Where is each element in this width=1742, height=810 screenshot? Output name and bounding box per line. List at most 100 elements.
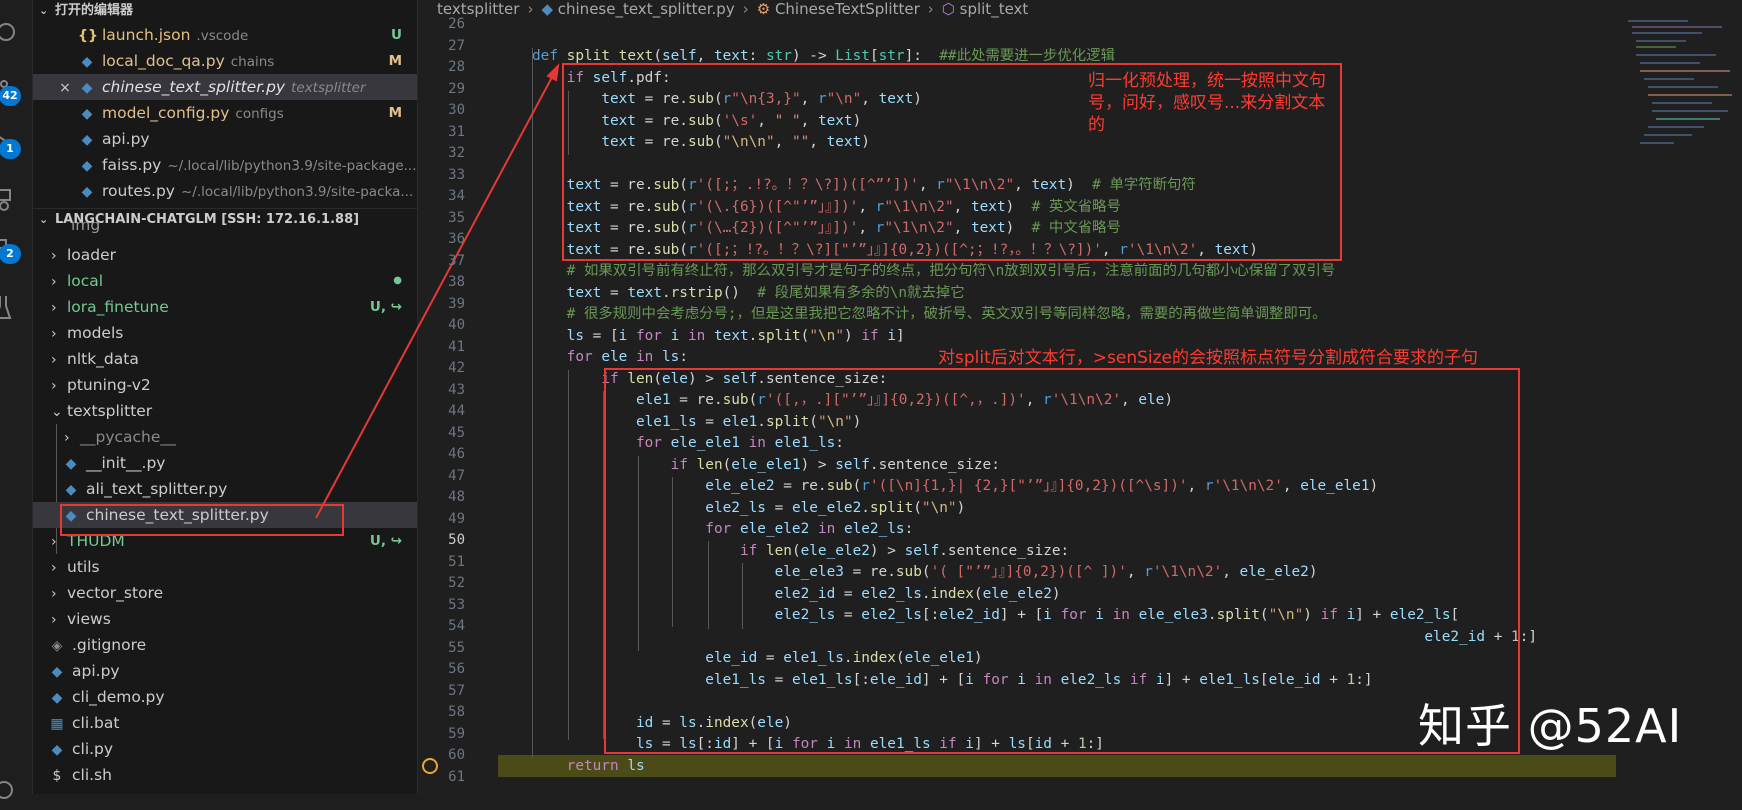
open-editor-name: local_doc_qa.py (102, 52, 225, 70)
annotation-text-split: 对split后对文本行，>senSize的会按照标点符号分割成符合要求的子句 (938, 348, 1478, 368)
line-number: 29 (448, 80, 465, 97)
chevron-right-icon: › (51, 586, 57, 602)
minimap[interactable] (1622, 18, 1742, 148)
line-number: 50 (448, 532, 465, 548)
method-icon: ⬡ (941, 0, 955, 18)
tree-item-label: cli.py (72, 740, 114, 758)
chevron-right-icon: › (51, 274, 57, 290)
chevron-right-icon: › (927, 0, 934, 18)
chevron-right-icon: › (51, 560, 57, 576)
chevron-down-icon: ⌄ (39, 4, 49, 17)
tree-folder[interactable]: › vector_store (33, 580, 417, 606)
line-number: 53 (448, 596, 465, 613)
tree-item-label: ali_text_splitter.py (86, 480, 228, 498)
watermark: 知乎 @52AI (1418, 699, 1683, 753)
line-number: 60 (448, 747, 465, 763)
line-number: 27 (448, 37, 465, 54)
breadcrumb-file[interactable]: chinese_text_splitter.py (558, 0, 735, 18)
line-number: 39 (448, 295, 465, 312)
class-icon: ⚙ (756, 0, 771, 18)
tree-file[interactable]: ◈ .gitignore (33, 632, 417, 658)
tree-item-label: ptuning-v2 (67, 376, 151, 394)
source-control-icon[interactable]: 42 (0, 70, 33, 110)
line-number: 56 (448, 661, 465, 677)
git-icon: ◈ (51, 638, 63, 654)
chevron-right-icon: › (51, 248, 57, 264)
python-icon: ◆ (541, 0, 553, 18)
line-number: 37 (448, 252, 465, 269)
python-icon: ◆ (81, 106, 93, 122)
open-editors-header[interactable]: ⌄ 打开的编辑器 (33, 0, 417, 22)
line-number: 32 (448, 145, 465, 161)
python-icon: ◆ (65, 482, 77, 498)
extensions-badge: 2 (0, 244, 21, 264)
annotation-box-split (604, 368, 1520, 754)
accounts-icon[interactable] (0, 770, 33, 810)
extensions-icon[interactable]: 2 (0, 228, 33, 268)
activity-bar: 42 1 2 (0, 0, 33, 799)
tree-file[interactable]: ◆ cli_demo.py (33, 684, 417, 710)
chevron-right-icon: › (51, 378, 57, 394)
chevron-right-icon: › (51, 326, 57, 342)
tree-item-label: cli.sh (72, 766, 112, 784)
python-icon: ◆ (51, 742, 63, 758)
line-number: 52 (448, 575, 465, 591)
python-icon: ◆ (81, 80, 93, 96)
line-number: 38 (448, 274, 465, 290)
tree-file[interactable]: ◆ cli.py (33, 736, 417, 762)
tree-file[interactable]: ▦ cli.bat (33, 710, 417, 736)
tree-item-label: cli.bat (72, 714, 120, 732)
tree-item-label: img (71, 222, 101, 234)
search-icon[interactable] (0, 12, 33, 52)
tree-folder[interactable]: › utils (33, 554, 417, 580)
line-number: 57 (448, 682, 465, 699)
tree-file[interactable]: $ cli.sh (33, 762, 417, 788)
open-editor-name: launch.json (102, 26, 191, 44)
windows-icon: ▦ (50, 716, 64, 732)
open-editor-desc: .vscode (196, 28, 249, 44)
breadcrumb-class[interactable]: ChineseTextSplitter (775, 0, 920, 18)
tree-item-label: .gitignore (72, 636, 147, 654)
tree-item-label: loader (67, 246, 117, 264)
open-editor-name: routes.py (102, 182, 175, 200)
annotation-box-file (60, 504, 344, 536)
testing-icon[interactable] (0, 286, 33, 326)
tree-item-label: api.py (72, 662, 120, 680)
python-icon: ◆ (65, 456, 77, 472)
open-editor-item[interactable]: {} launch.json .vscode U (33, 22, 417, 48)
annotation-text-preprocess: 归一化预处理，统一按照中文句号，问好，感叹号...来分割文本的 (1088, 71, 1326, 135)
line-number: 43 (448, 381, 465, 398)
line-number: 41 (448, 338, 465, 355)
line-number: 49 (448, 510, 465, 527)
tree-item-label: textsplitter (67, 402, 153, 420)
tree-item-label: vector_store (67, 584, 164, 602)
tree-item-label: models (67, 324, 124, 342)
line-number: 26 (448, 16, 465, 32)
shell-icon: $ (52, 768, 62, 784)
line-number: 33 (448, 166, 465, 183)
line-number: 34 (448, 188, 465, 204)
run-debug-badge: 1 (0, 139, 21, 159)
tree-item-label: local (67, 272, 104, 290)
close-icon[interactable]: × (58, 75, 72, 100)
run-debug-icon[interactable]: 1 (0, 122, 33, 162)
open-editor-name: api.py (102, 130, 150, 148)
line-number: 42 (448, 360, 465, 376)
tree-item-label: lora_finetune (67, 298, 169, 316)
line-number: 58 (448, 704, 465, 720)
python-icon: ◆ (51, 664, 63, 680)
tree-item-label: nltk_data (67, 350, 139, 368)
open-editor-name: model_config.py (102, 104, 230, 122)
tree-folder[interactable]: › views (33, 606, 417, 632)
open-editors-title: 打开的编辑器 (55, 3, 134, 18)
breadcrumb-method[interactable]: split_text (960, 0, 1029, 18)
open-editor-name: chinese_text_splitter.py (102, 78, 286, 96)
tree-item-label: utils (67, 558, 100, 576)
chevron-right-icon: › (64, 430, 70, 446)
line-number: 40 (448, 317, 465, 333)
tree-item-label: __init__.py (86, 454, 166, 472)
tree-file[interactable]: ◆ api.py (33, 658, 417, 684)
remote-explorer-icon[interactable] (0, 178, 33, 218)
chevron-right-icon: › (51, 352, 57, 368)
breadcrumb: textsplitter › ◆ chinese_text_splitter.py ›… (418, 0, 1742, 20)
